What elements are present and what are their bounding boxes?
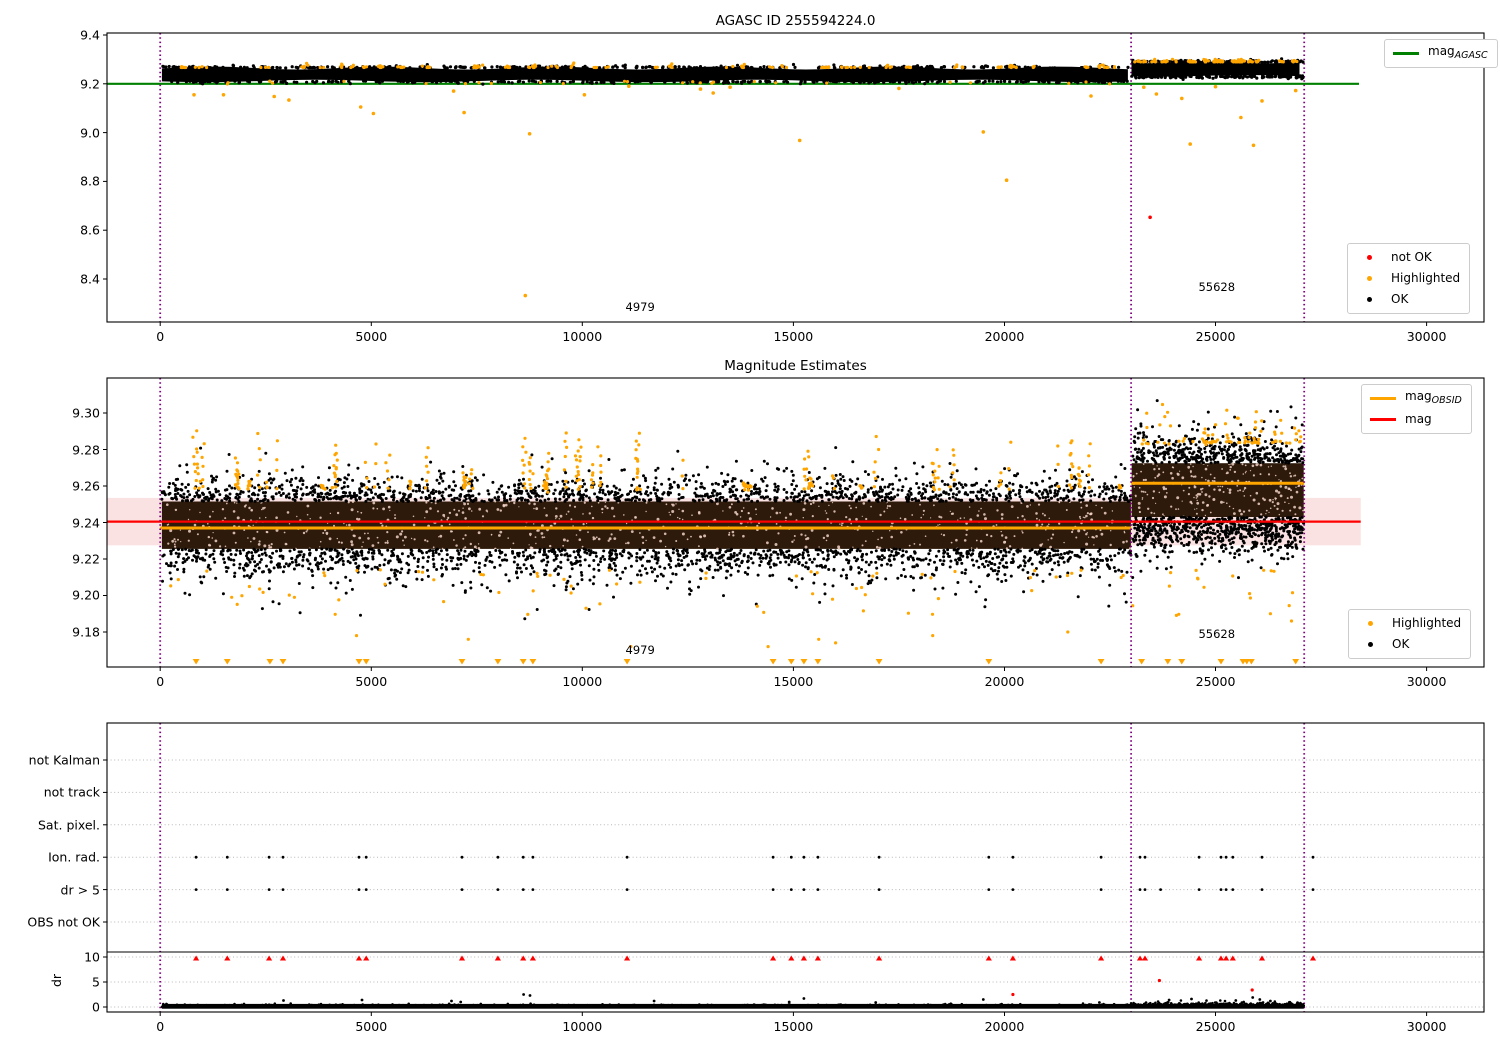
x-tick-label: 20000 bbox=[984, 1019, 1025, 1034]
x-tick-label: 30000 bbox=[1406, 1019, 1447, 1034]
legend-line-swatch bbox=[1369, 397, 1397, 400]
figure: AGASC ID 255594224.0 Magnitude Estimates… bbox=[0, 0, 1500, 1050]
panel1-title: AGASC ID 255594224.0 bbox=[715, 13, 876, 29]
legend-dot-swatch bbox=[1355, 297, 1383, 302]
x-tick-label: 0 bbox=[156, 329, 165, 344]
flag-row-label: dr > 5 bbox=[60, 882, 100, 898]
y-tick-label: 8.4 bbox=[80, 271, 100, 287]
legend-entry: magOBSID bbox=[1369, 388, 1462, 409]
legend-entry: Highlighted bbox=[1356, 613, 1461, 634]
legend-label: OK bbox=[1392, 637, 1410, 651]
legend-line-swatch bbox=[1369, 418, 1397, 421]
y-tick-label: 9.22 bbox=[72, 551, 100, 567]
dr-tick-label: 10 bbox=[84, 949, 100, 965]
legend-dot-swatch bbox=[1355, 255, 1383, 260]
x-tick-label: 15000 bbox=[773, 674, 814, 689]
x-tick-label: 25000 bbox=[1195, 1019, 1236, 1034]
legend-entry: mag bbox=[1369, 409, 1462, 430]
x-tick-label: 15000 bbox=[773, 329, 814, 344]
y-tick-label: 9.26 bbox=[72, 478, 100, 494]
legend-line-swatch bbox=[1392, 52, 1420, 55]
x-tick-label: 30000 bbox=[1406, 329, 1447, 344]
x-tick-label: 5000 bbox=[355, 1019, 388, 1034]
obsid-annotation: 55628 bbox=[1198, 280, 1236, 295]
legend-label: OK bbox=[1391, 292, 1409, 306]
legend-mid-scatter: Highlighted OK bbox=[1348, 609, 1472, 659]
x-tick-label: 5000 bbox=[355, 674, 388, 689]
legend-dot-swatch bbox=[1355, 276, 1383, 281]
y-tick-label: 9.28 bbox=[72, 442, 100, 458]
dr-axis-label: dr bbox=[49, 973, 65, 988]
x-tick-label: 15000 bbox=[773, 1019, 814, 1034]
legend-entry: OK bbox=[1355, 289, 1460, 310]
legend-label: not OK bbox=[1391, 250, 1432, 264]
legend-entry: not OK bbox=[1355, 247, 1460, 268]
x-tick-label: 20000 bbox=[984, 674, 1025, 689]
flag-row-label: Sat. pixel. bbox=[38, 817, 100, 833]
y-tick-label: 9.2 bbox=[80, 76, 100, 92]
legend-dot-swatch bbox=[1356, 621, 1384, 626]
x-tick-label: 0 bbox=[156, 674, 165, 689]
legend-entry: Highlighted bbox=[1355, 268, 1460, 289]
x-tick-label: 10000 bbox=[562, 674, 603, 689]
legend-label: Highlighted bbox=[1391, 271, 1461, 285]
y-tick-label: 9.30 bbox=[72, 405, 100, 421]
x-tick-label: 20000 bbox=[984, 329, 1025, 344]
y-tick-label: 8.6 bbox=[80, 222, 100, 238]
legend-label: Highlighted bbox=[1392, 616, 1462, 630]
x-tick-label: 0 bbox=[156, 1019, 165, 1034]
legend-mag-lines: magOBSID mag bbox=[1361, 384, 1472, 434]
legend-entry: magAGASC bbox=[1392, 43, 1488, 64]
legend-top-scatter: not OK Highlighted OK bbox=[1347, 243, 1471, 314]
flag-row-label: Ion. rad. bbox=[48, 849, 100, 865]
y-tick-label: 9.0 bbox=[80, 125, 100, 141]
flag-row-label: OBS not OK bbox=[27, 914, 100, 930]
y-tick-label: 9.4 bbox=[80, 27, 100, 43]
y-tick-label: 9.18 bbox=[72, 624, 100, 640]
y-tick-label: 9.24 bbox=[72, 515, 100, 530]
y-tick-label: 9.20 bbox=[72, 587, 100, 603]
obsid-annotation: 55628 bbox=[1198, 626, 1236, 641]
x-tick-label: 25000 bbox=[1195, 329, 1236, 344]
legend-dot-swatch bbox=[1356, 642, 1384, 647]
x-tick-label: 30000 bbox=[1406, 674, 1447, 689]
obsid-annotation: 4979 bbox=[625, 300, 655, 315]
flag-row-label: not Kalman bbox=[28, 752, 100, 768]
x-tick-label: 10000 bbox=[562, 1019, 603, 1034]
dr-tick-label: 0 bbox=[92, 999, 100, 1015]
panel2-title: Magnitude Estimates bbox=[724, 358, 867, 374]
legend-label: magAGASC bbox=[1428, 44, 1488, 61]
x-tick-label: 10000 bbox=[562, 329, 603, 344]
obsid-annotation: 4979 bbox=[625, 643, 655, 658]
plot-canvas bbox=[103, 32, 1485, 1016]
legend-mag-agasc: magAGASC bbox=[1384, 39, 1498, 68]
x-tick-label: 5000 bbox=[355, 329, 388, 344]
flag-row-label: not track bbox=[43, 784, 100, 800]
legend-label: magOBSID bbox=[1405, 389, 1462, 406]
legend-entry: OK bbox=[1356, 634, 1461, 655]
legend-label: mag bbox=[1405, 412, 1432, 426]
y-tick-label: 8.8 bbox=[80, 173, 100, 189]
x-tick-label: 25000 bbox=[1195, 674, 1236, 689]
